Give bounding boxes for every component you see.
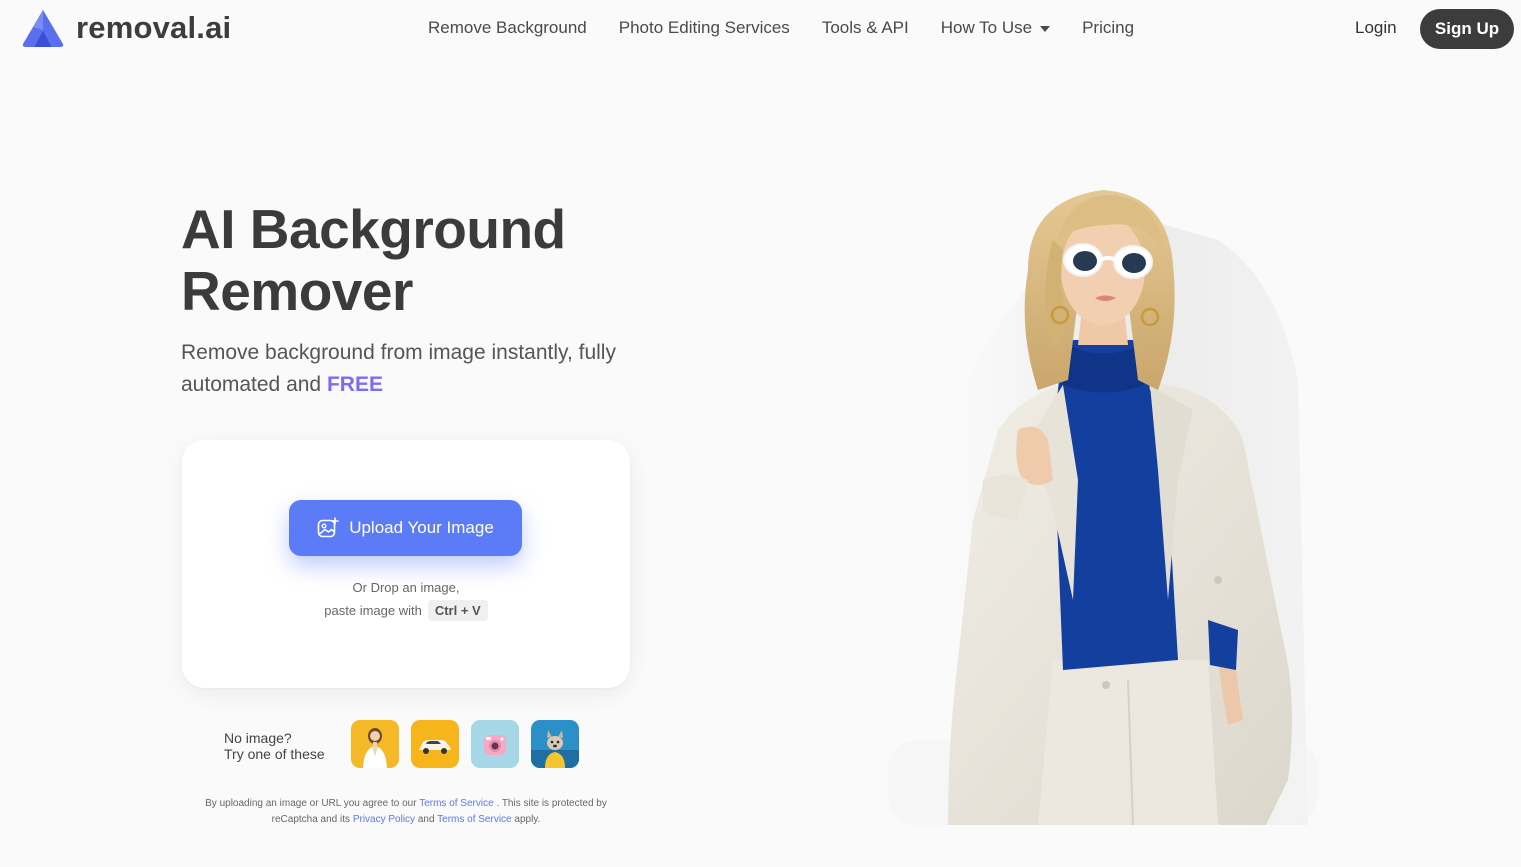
- sample-image-person[interactable]: [351, 720, 399, 768]
- sample-person-thumbnail: [351, 720, 399, 768]
- nav-pricing[interactable]: Pricing: [1082, 17, 1134, 39]
- nav-label: Remove Background: [428, 18, 587, 37]
- terms-of-service-link-2[interactable]: Terms of Service: [437, 814, 511, 825]
- samples-label-line1: No image?: [224, 730, 292, 746]
- legal-text: apply.: [514, 814, 541, 825]
- sample-camera-thumbnail: [471, 720, 519, 768]
- privacy-policy-link[interactable]: Privacy Policy: [353, 814, 415, 825]
- upload-dropzone[interactable]: Upload Your Image Or Drop an image, past…: [182, 440, 630, 688]
- sample-image-camera[interactable]: [471, 720, 519, 768]
- login-link[interactable]: Login: [1355, 17, 1397, 39]
- terms-of-service-link[interactable]: Terms of Service: [419, 798, 493, 809]
- nav-remove-background[interactable]: Remove Background: [428, 17, 587, 39]
- free-highlight: FREE: [326, 373, 383, 396]
- upload-image-button[interactable]: Upload Your Image: [289, 500, 522, 556]
- hero-model-image: [888, 180, 1318, 825]
- nav-label: Pricing: [1082, 18, 1135, 37]
- legal-text: By uploading an image or URL you agree t…: [205, 798, 417, 809]
- sample-image-dog[interactable]: [531, 720, 579, 768]
- brand-logo[interactable]: removal.ai: [20, 8, 231, 48]
- nav-label: Tools & API: [821, 18, 909, 37]
- site-header: removal.ai Remove Background Photo Editi…: [0, 0, 1521, 58]
- nav-how-to-use[interactable]: How To Use: [940, 17, 1051, 39]
- main-nav: Remove Background Photo Editing Services…: [428, 17, 1166, 39]
- drop-hint: Or Drop an image,: [352, 580, 460, 595]
- brand-name: removal.ai: [76, 10, 232, 45]
- samples-label-line2: Try one of these: [224, 746, 325, 762]
- sample-dog-thumbnail: [531, 720, 579, 768]
- sample-images: [351, 720, 579, 768]
- sample-image-car[interactable]: [411, 720, 459, 768]
- hero-subtitle: Remove background from image instantly, …: [181, 337, 661, 401]
- image-upload-icon: [317, 517, 339, 538]
- hero-subtitle-text: Remove background from image instantly, …: [181, 341, 616, 396]
- samples-label: No image? Try one of these: [224, 730, 344, 762]
- nav-photo-editing-services[interactable]: Photo Editing Services: [619, 17, 790, 39]
- upload-button-label: Upload Your Image: [349, 518, 494, 537]
- nav-label: Photo Editing Services: [618, 18, 790, 37]
- nav-tools-api[interactable]: Tools & API: [822, 17, 909, 39]
- chevron-down-icon: [1040, 25, 1051, 32]
- removal-logo-icon: [22, 10, 64, 47]
- legal-notice: By uploading an image or URL you agree t…: [182, 796, 630, 828]
- nav-label: How To Use: [940, 18, 1033, 37]
- legal-text: and: [417, 814, 435, 825]
- signup-button[interactable]: Sign Up: [1420, 9, 1514, 49]
- sample-car-thumbnail: [411, 720, 459, 768]
- page-title: AI Background Remover: [181, 198, 566, 322]
- paste-shortcut-badge: Ctrl + V: [427, 600, 488, 621]
- paste-hint: paste image with Ctrl + V: [182, 600, 630, 621]
- hero-model-illustration: [888, 190, 1318, 825]
- paste-hint-text: paste image with: [324, 603, 422, 618]
